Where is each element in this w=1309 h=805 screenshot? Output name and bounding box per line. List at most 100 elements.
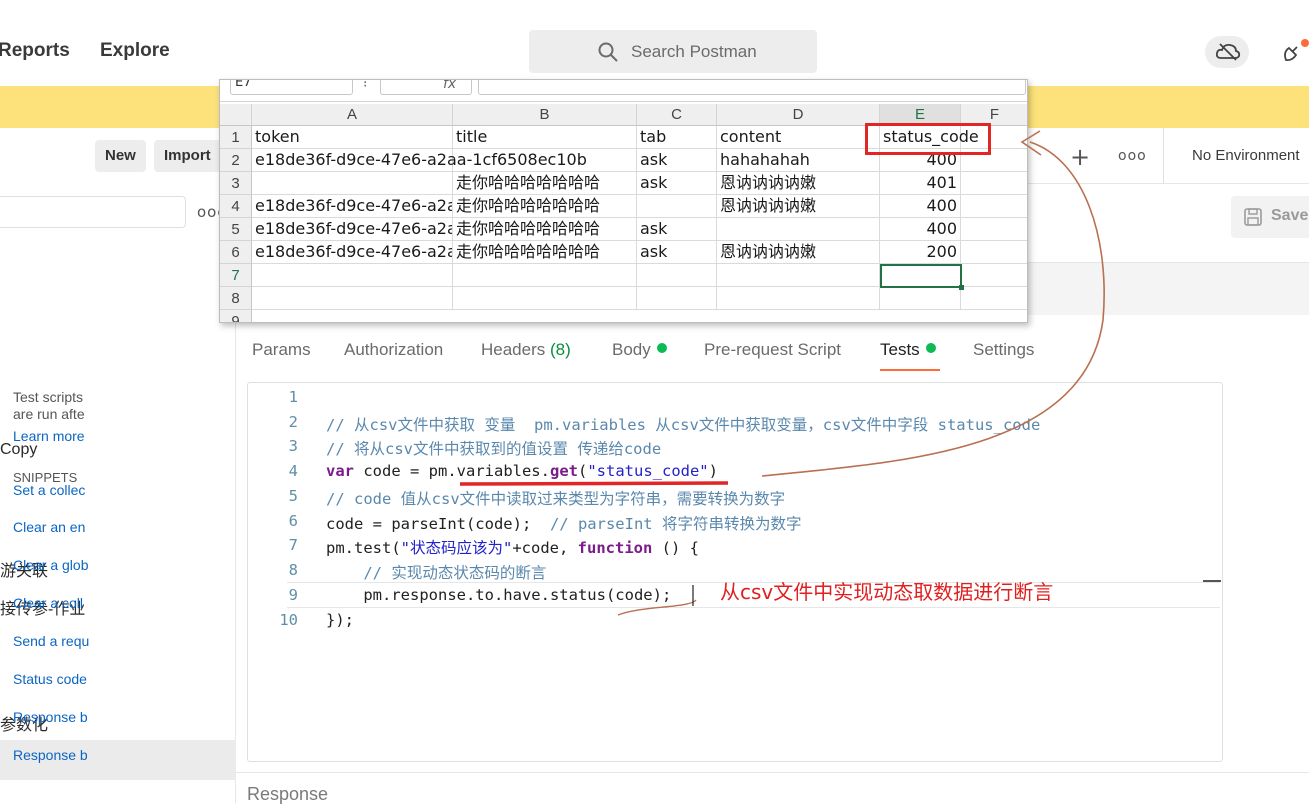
cell[interactable]: 走你哈哈哈哈哈哈哈 [453,218,637,241]
save-button[interactable]: Save [1231,196,1309,238]
code-keyword: var [326,462,354,480]
cell[interactable] [637,195,717,218]
row-header[interactable]: 3 [220,172,252,195]
cell[interactable] [252,287,453,310]
cell[interactable]: 走你哈哈哈哈哈哈哈 [453,195,637,218]
row-header[interactable]: 8 [220,287,252,310]
line-number: 10 [279,611,298,629]
code-line-7: pm.test("状态码应该为"+code, function () { [326,536,699,558]
column-header[interactable]: D [717,104,880,126]
learn-more-link[interactable]: Learn more [13,428,85,444]
cell[interactable] [961,264,1027,287]
cell[interactable]: 走你哈哈哈哈哈哈哈 [453,241,637,264]
cell[interactable]: 走你哈哈哈哈哈哈哈 [453,172,637,195]
row-header[interactable]: 6 [220,241,252,264]
sync-button[interactable] [1205,36,1249,68]
import-button[interactable]: Import [154,140,224,172]
snippet-link[interactable]: Response b [13,747,88,763]
snippet-link[interactable]: Send a requ [13,633,89,649]
cell[interactable] [252,172,453,195]
name-box[interactable]: E7 [230,80,353,95]
cell[interactable]: ask [637,149,717,172]
cell[interactable] [453,149,637,172]
scrollbar-marker[interactable] [1203,580,1221,582]
cell[interactable]: 400 [880,218,961,241]
cell[interactable] [637,287,717,310]
cell[interactable] [637,264,717,287]
cell[interactable]: content [717,126,880,149]
cell[interactable] [961,287,1027,310]
column-header[interactable]: B [453,104,637,126]
tab-body-label: Body [612,340,651,359]
cell[interactable]: tab [637,126,717,149]
tab-tests[interactable]: Tests [880,340,936,360]
column-header[interactable]: A [252,104,453,126]
selected-cell[interactable] [880,264,964,290]
nav-reports[interactable]: Reports [0,40,70,62]
cell[interactable]: 400 [880,195,961,218]
cell[interactable]: token [252,126,453,149]
snippet-link[interactable]: Set a collec [13,482,85,498]
tab-body[interactable]: Body [612,340,667,360]
cell[interactable] [252,264,453,287]
cell[interactable]: hahahahah [717,149,880,172]
tab-more-icon[interactable]: ooo [1118,148,1147,164]
snippet-link[interactable]: Clear a coll [13,595,83,611]
snippet-link[interactable]: Clear a glob [13,557,89,573]
tab-settings[interactable]: Settings [973,340,1034,360]
environment-selector[interactable]: No Environment [1163,128,1309,183]
cell[interactable]: 200 [880,241,961,264]
cell[interactable]: 恩讷讷讷讷嫩 [717,241,880,264]
cell[interactable] [880,287,961,310]
cell[interactable]: 恩讷讷讷讷嫩 [717,172,880,195]
spreadsheet-window: E7 ⁝ fx A B C D E F 1 2 3 4 5 6 7 8 9 to… [219,79,1028,323]
cell[interactable] [717,264,880,287]
row-header-selected[interactable]: 7 [220,264,252,287]
tab-authorization[interactable]: Authorization [344,340,443,360]
row-header[interactable]: 1 [220,126,252,149]
formula-input[interactable] [478,80,1026,95]
cell[interactable]: e18de36f-d9ce-47e6-a2aa-1cf6508ec10b [252,195,453,218]
column-header[interactable]: C [637,104,717,126]
cell[interactable] [453,264,637,287]
cell[interactable] [717,287,880,310]
cell[interactable] [717,218,880,241]
response-label[interactable]: Response [247,784,328,805]
code-text: ( [577,462,588,480]
row-header[interactable]: 4 [220,195,252,218]
cell[interactable]: ask [637,218,717,241]
new-tab-icon[interactable]: + [1070,143,1090,171]
cell[interactable]: title [453,126,637,149]
cell[interactable]: e18de36f-d9ce-47e6-a2aa-1cf6508ec10b [252,241,453,264]
satellite-icon[interactable] [1280,38,1309,68]
snippet-link[interactable]: Clear an en [13,519,85,535]
code-line-9: pm.response.to.have.status(code); [326,586,672,604]
cell[interactable]: 401 [880,172,961,195]
code-string: "状态码应该为" [400,539,513,557]
snippet-link[interactable]: Response b [13,709,88,725]
cell[interactable] [961,172,1027,195]
filter-input[interactable] [0,196,186,228]
cell[interactable]: ask [637,241,717,264]
cell[interactable]: e18de36f-d9ce-47e6-a2aa-1cf6508ec10b [252,218,453,241]
new-button[interactable]: New [95,140,146,172]
cell[interactable] [961,195,1027,218]
row-header[interactable]: 2 [220,149,252,172]
tab-pre-request-script[interactable]: Pre-request Script [704,340,841,360]
select-all-corner[interactable] [220,104,252,126]
snippet-link[interactable]: Status code [13,671,87,687]
function-button[interactable]: fx [380,80,472,95]
row-header[interactable]: 5 [220,218,252,241]
tab-params[interactable]: Params [252,340,311,360]
cell[interactable]: e18de36f-d9ce-47e6-a2aa-1cf6508ec10b [252,149,587,172]
cell[interactable] [961,218,1027,241]
row-header[interactable]: 9 [220,310,252,322]
nav-explore[interactable]: Explore [100,40,170,62]
cell[interactable]: 恩讷讷讷讷嫩 [717,195,880,218]
line-number: 8 [288,561,298,579]
cell[interactable]: ask [637,172,717,195]
cell[interactable] [961,241,1027,264]
cell[interactable] [453,287,637,310]
tab-headers[interactable]: Headers (8) [481,340,571,360]
search-bar[interactable]: Search Postman [529,30,817,73]
